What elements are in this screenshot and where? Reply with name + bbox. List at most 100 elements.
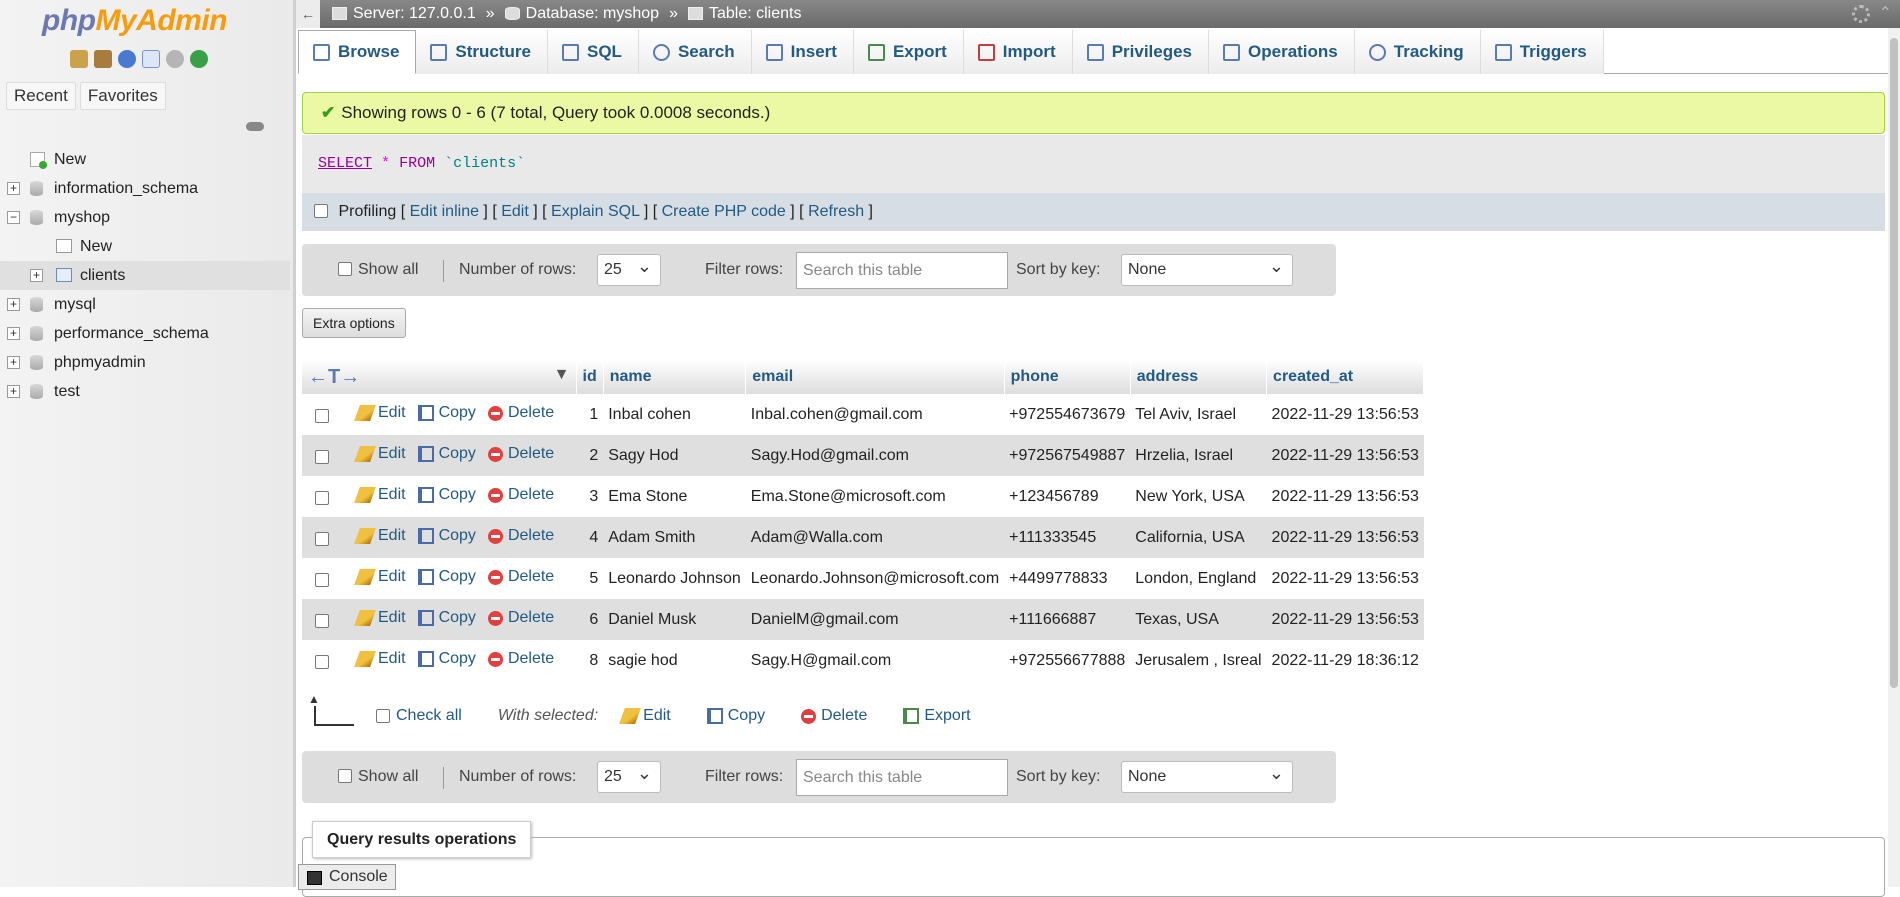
settings-icon[interactable]: [166, 50, 184, 68]
row-checkbox[interactable]: [315, 408, 329, 423]
tree-item-mysql[interactable]: + mysql: [0, 290, 290, 319]
favorites-tab[interactable]: Favorites: [79, 82, 166, 110]
tab-sql[interactable]: SQL: [548, 30, 639, 74]
bulk-delete-button[interactable]: Delete: [801, 707, 867, 725]
cell-id[interactable]: 8: [576, 640, 604, 681]
expand-icon[interactable]: +: [7, 182, 20, 195]
cell-name[interactable]: sagie hod: [603, 640, 746, 681]
cell-email[interactable]: Ema.Stone@microsoft.com: [745, 476, 1005, 517]
cell-id[interactable]: 2: [576, 435, 604, 476]
delete-button[interactable]: Delete: [487, 650, 554, 668]
cell-address[interactable]: California, USA: [1130, 517, 1267, 558]
phpmyadmin-logo[interactable]: phpMyAdmin: [42, 4, 227, 38]
docs-icon[interactable]: [142, 50, 160, 68]
delete-button[interactable]: Delete: [487, 609, 554, 627]
gear-icon[interactable]: [1852, 5, 1870, 23]
breadcrumb-database[interactable]: Database: myshop: [504, 0, 659, 28]
bulk-export-button[interactable]: Export: [903, 707, 971, 725]
cell-created-at[interactable]: 2022-11-29 13:56:53: [1266, 394, 1424, 435]
delete-button[interactable]: Delete: [487, 568, 554, 586]
create-php-code-link[interactable]: Create PHP code: [662, 203, 786, 220]
cell-name[interactable]: Adam Smith: [603, 517, 746, 558]
edit-link[interactable]: Edit: [501, 203, 529, 220]
cell-phone[interactable]: +972567549887: [1004, 435, 1131, 476]
recent-tab[interactable]: Recent: [6, 82, 76, 110]
cell-created-at[interactable]: 2022-11-29 13:56:53: [1266, 558, 1424, 599]
extra-options-button[interactable]: Extra options: [302, 308, 406, 338]
delete-button[interactable]: Delete: [487, 404, 554, 422]
column-menu-icon[interactable]: ▼: [554, 366, 570, 384]
cell-name[interactable]: Sagy Hod: [603, 435, 746, 476]
cell-created-at[interactable]: 2022-11-29 13:56:53: [1266, 517, 1424, 558]
column-header-name[interactable]: name: [603, 360, 747, 394]
tab-insert[interactable]: Insert: [751, 30, 854, 74]
cell-email[interactable]: Sagy.Hod@gmail.com: [745, 435, 1005, 476]
copy-button[interactable]: Copy: [417, 568, 476, 586]
cell-id[interactable]: 4: [576, 517, 604, 558]
cell-created-at[interactable]: 2022-11-29 18:36:12: [1266, 640, 1424, 681]
tab-triggers[interactable]: Triggers: [1480, 30, 1604, 74]
delete-button[interactable]: Delete: [487, 486, 554, 504]
cell-id[interactable]: 3: [576, 476, 604, 517]
edit-button[interactable]: Edit: [354, 404, 406, 422]
profiling-checkbox[interactable]: [314, 204, 328, 218]
check-all-link[interactable]: Check all: [396, 707, 462, 725]
tab-browse[interactable]: Browse: [298, 30, 417, 74]
tab-import[interactable]: Import: [963, 30, 1073, 74]
breadcrumb-server[interactable]: Server: 127.0.0.1: [332, 0, 476, 28]
tree-item-information-schema[interactable]: + information_schema: [0, 174, 290, 203]
copy-button[interactable]: Copy: [417, 445, 476, 463]
cell-email[interactable]: Adam@Walla.com: [745, 517, 1005, 558]
filter-rows-input[interactable]: Search this table: [796, 759, 1008, 796]
cell-address[interactable]: Tel Aviv, Israel: [1130, 394, 1267, 435]
console-toggle[interactable]: Console: [298, 864, 396, 890]
check-all-checkbox[interactable]: [376, 709, 390, 723]
cell-address[interactable]: Hrzelia, Israel: [1130, 435, 1267, 476]
cell-phone[interactable]: +972554673679: [1004, 394, 1131, 435]
row-checkbox[interactable]: [315, 572, 329, 587]
tree-item-myshop[interactable]: − myshop: [0, 203, 290, 232]
sql-keyword-select[interactable]: SELECT: [318, 155, 372, 172]
cell-address[interactable]: Jerusalem , Isreal: [1130, 640, 1267, 681]
row-checkbox[interactable]: [315, 613, 329, 628]
collapse-nav-icon[interactable]: ←: [296, 0, 320, 28]
row-checkbox[interactable]: [315, 449, 329, 464]
cell-name[interactable]: Inbal cohen: [603, 394, 746, 435]
cell-id[interactable]: 1: [576, 394, 604, 435]
help-icon[interactable]: [118, 50, 136, 68]
show-all-control[interactable]: Show all: [338, 244, 418, 296]
cell-name[interactable]: Daniel Musk: [603, 599, 746, 640]
delete-button[interactable]: Delete: [487, 527, 554, 545]
logout-icon[interactable]: [94, 50, 112, 68]
cell-name[interactable]: Leonardo Johnson: [603, 558, 746, 599]
reload-icon[interactable]: [190, 50, 208, 68]
cell-created-at[interactable]: 2022-11-29 13:56:53: [1266, 435, 1424, 476]
cell-phone[interactable]: +4499778833: [1004, 558, 1131, 599]
cell-email[interactable]: Sagy.H@gmail.com: [745, 640, 1005, 681]
breadcrumb-table[interactable]: Table: clients: [687, 0, 801, 28]
copy-button[interactable]: Copy: [417, 609, 476, 627]
column-header-email[interactable]: email: [745, 360, 1005, 394]
row-checkbox[interactable]: [315, 490, 329, 505]
collapse-icon[interactable]: −: [7, 211, 20, 224]
tree-item-new[interactable]: New: [0, 145, 290, 174]
number-of-rows-select[interactable]: 25: [597, 758, 661, 793]
edit-button[interactable]: Edit: [354, 445, 406, 463]
link-icon[interactable]: [246, 122, 264, 131]
edit-inline-link[interactable]: Edit inline: [410, 203, 479, 220]
tab-privileges[interactable]: Privileges: [1072, 30, 1210, 74]
copy-button[interactable]: Copy: [417, 527, 476, 545]
copy-button[interactable]: Copy: [417, 404, 476, 422]
edit-button[interactable]: Edit: [354, 527, 406, 545]
cell-address[interactable]: Texas, USA: [1130, 599, 1267, 640]
bulk-edit-button[interactable]: Edit: [619, 707, 671, 725]
cell-address[interactable]: New York, USA: [1130, 476, 1267, 517]
tab-operations[interactable]: Operations: [1209, 30, 1355, 74]
tree-item-myshop-new[interactable]: New: [0, 232, 290, 261]
tab-tracking[interactable]: Tracking: [1354, 30, 1481, 74]
tree-item-test[interactable]: + test: [0, 377, 290, 406]
expand-icon[interactable]: +: [30, 269, 43, 282]
show-all-checkbox[interactable]: [338, 769, 352, 783]
edit-button[interactable]: Edit: [354, 486, 406, 504]
show-all-control[interactable]: Show all: [338, 751, 418, 803]
